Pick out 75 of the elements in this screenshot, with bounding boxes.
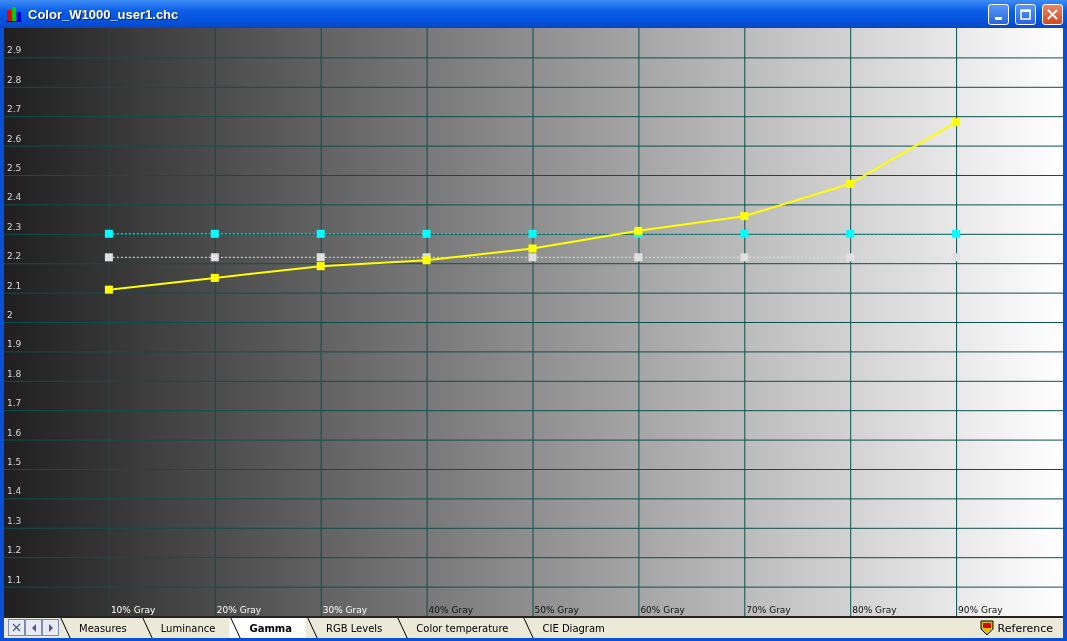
x-category-label: 60% Gray xyxy=(640,605,685,615)
minimize-button[interactable] xyxy=(988,3,1009,25)
left-arrow-icon xyxy=(30,623,37,632)
close-icon xyxy=(12,623,21,632)
tab[interactable]: CIE Diagram xyxy=(522,618,619,638)
close-tab-button[interactable] xyxy=(8,619,25,636)
y-tick-label: 1.5 xyxy=(7,457,22,467)
next-tab-button[interactable] xyxy=(42,619,59,636)
data-point xyxy=(740,229,749,238)
data-point xyxy=(740,212,749,221)
y-tick-label: 1.2 xyxy=(7,545,22,556)
y-tick-label: 2.8 xyxy=(7,74,22,85)
shield-icon xyxy=(979,620,994,636)
y-tick-label: 2.2 xyxy=(7,251,22,262)
y-tick-label: 1.8 xyxy=(7,368,22,379)
data-point xyxy=(104,253,113,262)
maximize-button[interactable] xyxy=(1015,3,1036,25)
tab[interactable]: RGB Levels xyxy=(306,618,397,638)
data-point xyxy=(634,253,643,262)
data-point xyxy=(422,229,431,238)
tab[interactable]: Gamma xyxy=(229,618,306,638)
data-point xyxy=(210,273,219,282)
y-tick-label: 1.9 xyxy=(7,339,22,350)
y-tick-label: 1.7 xyxy=(7,398,22,409)
tab[interactable]: Luminance xyxy=(140,618,230,638)
data-point xyxy=(316,253,325,262)
x-category-label: 70% Gray xyxy=(746,605,791,615)
bar-chart-icon xyxy=(6,6,22,22)
data-point xyxy=(952,253,961,262)
y-tick-label: 2.7 xyxy=(7,104,22,115)
data-point xyxy=(316,262,325,271)
y-tick-label: 1.1 xyxy=(7,574,22,585)
data-point xyxy=(740,253,749,262)
data-point xyxy=(952,118,961,127)
y-tick-label: 2.3 xyxy=(7,221,22,232)
tab[interactable]: Color temperature xyxy=(396,618,523,638)
data-point xyxy=(846,253,855,262)
maximize-icon xyxy=(1020,8,1031,20)
data-point xyxy=(846,179,855,188)
y-tick-label: 2.9 xyxy=(7,45,22,56)
data-point xyxy=(422,256,431,265)
x-category-label: 40% Gray xyxy=(428,605,473,615)
data-point xyxy=(528,229,537,238)
data-point xyxy=(528,244,537,253)
x-category-label: 80% Gray xyxy=(852,605,897,615)
previous-tab-button[interactable] xyxy=(25,619,42,636)
y-tick-label: 1.4 xyxy=(7,486,22,497)
y-tick-label: 2.6 xyxy=(7,133,22,144)
close-button[interactable] xyxy=(1042,3,1063,25)
x-category-label: 10% Gray xyxy=(110,605,156,615)
y-tick-label: 2.5 xyxy=(7,163,22,173)
x-category-label: 30% Gray xyxy=(322,605,368,615)
y-tick-label: 2.1 xyxy=(7,280,22,291)
y-tick-label: 2.4 xyxy=(7,192,22,203)
x-category-label: 20% Gray xyxy=(216,605,262,615)
data-point xyxy=(104,285,113,294)
window-title: Color_W1000_user1.chc xyxy=(28,6,180,22)
close-icon xyxy=(1047,8,1058,20)
data-point xyxy=(316,229,325,238)
minimize-icon xyxy=(995,16,1002,20)
data-point xyxy=(104,229,113,238)
y-tick-label: 1.6 xyxy=(7,427,22,438)
data-point xyxy=(846,229,855,238)
reference-label: Reference xyxy=(997,621,1053,635)
data-point xyxy=(634,226,643,235)
x-category-label: 50% Gray xyxy=(534,605,579,615)
data-point xyxy=(528,253,537,262)
y-tick-label: 2 xyxy=(7,310,13,320)
right-arrow-icon xyxy=(47,623,54,632)
x-category-label: 90% Gray xyxy=(958,605,1003,615)
data-point xyxy=(210,229,219,238)
tab[interactable]: Measures xyxy=(59,618,141,638)
data-point xyxy=(210,253,219,262)
data-point xyxy=(952,229,961,238)
y-tick-label: 1.3 xyxy=(7,515,22,526)
